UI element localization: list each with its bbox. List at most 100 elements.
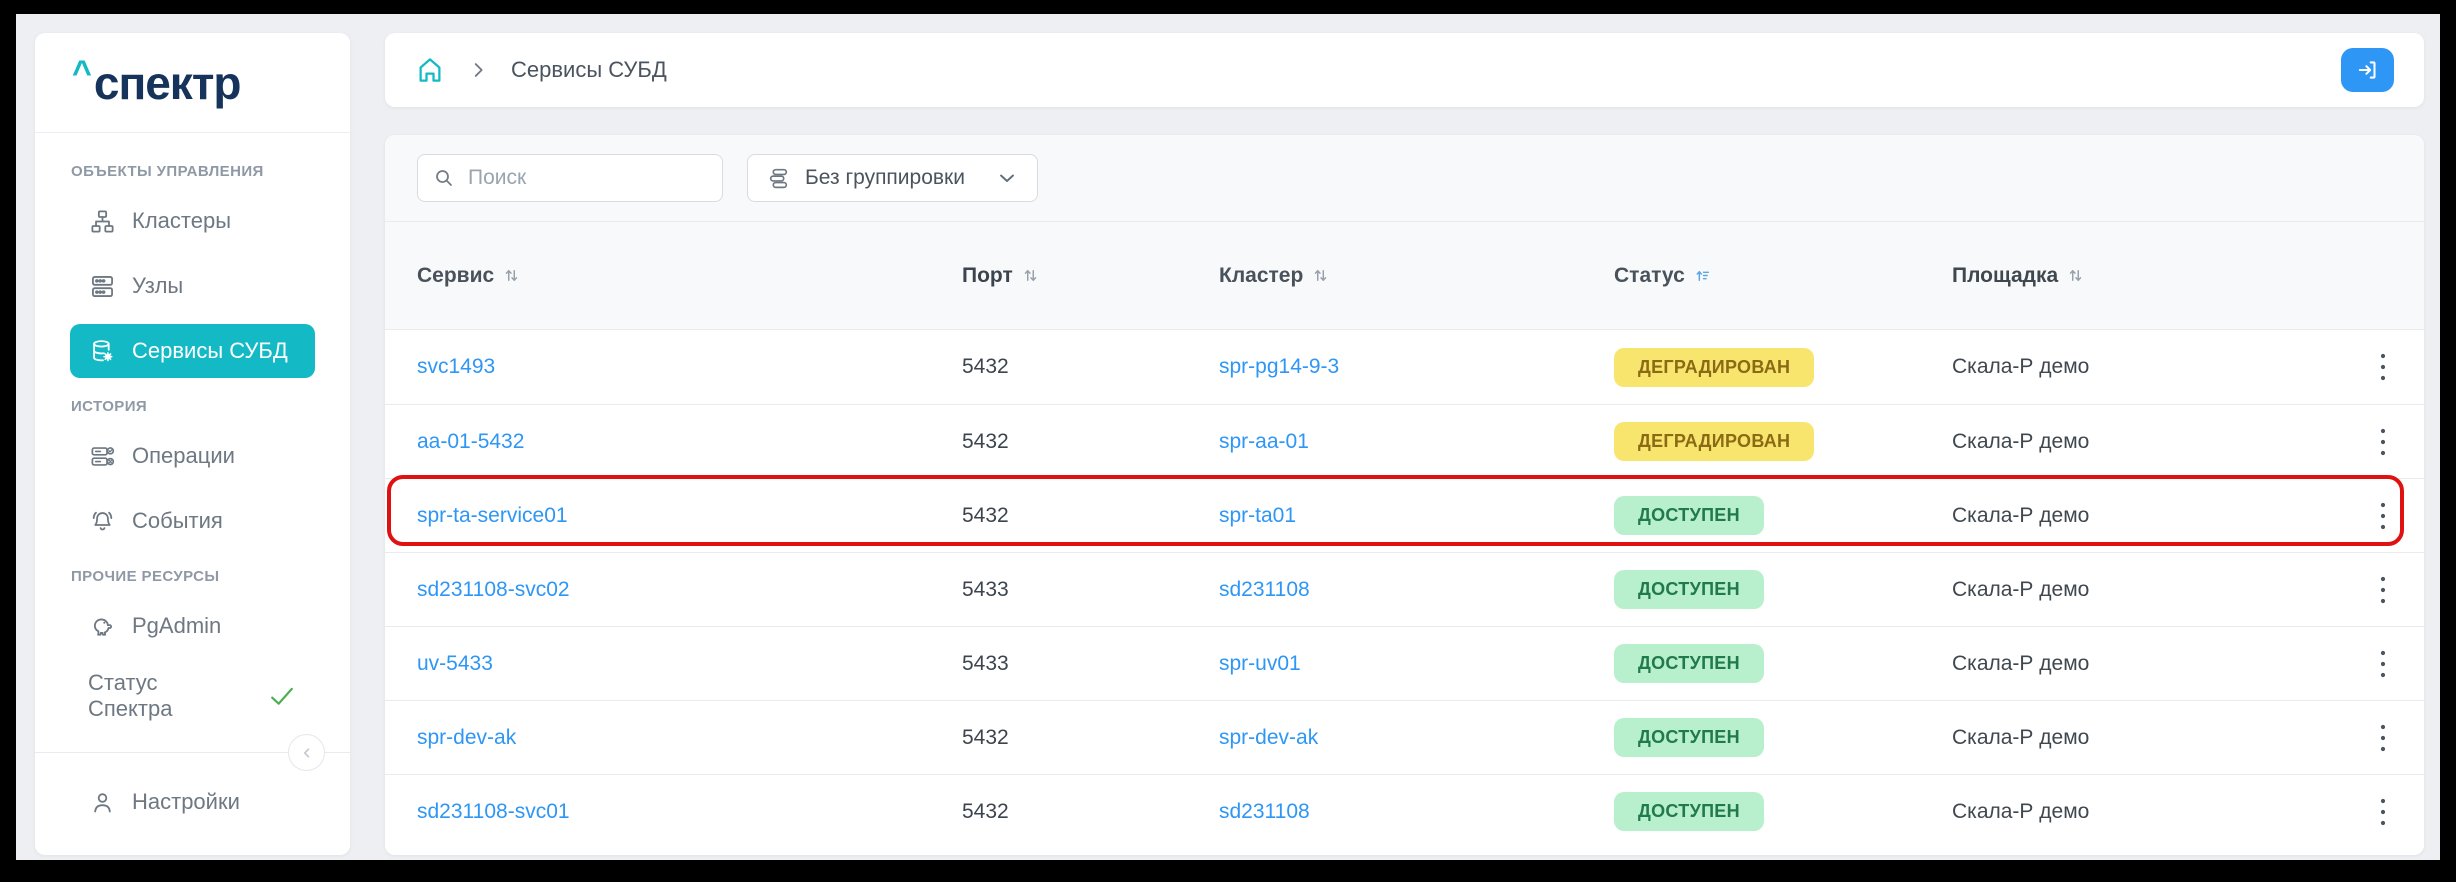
service-link[interactable]: sd231108-svc02 xyxy=(417,578,570,602)
port-value: 5432 xyxy=(962,355,1219,379)
sidebar-item-operations[interactable]: Операции xyxy=(70,429,315,483)
status-badge: ДОСТУПЕН xyxy=(1614,644,1764,683)
sort-arrows-icon xyxy=(503,267,520,284)
column-header-cluster[interactable]: Кластер xyxy=(1219,264,1614,288)
port-value: 5432 xyxy=(962,430,1219,454)
cluster-link[interactable]: spr-dev-ak xyxy=(1219,726,1318,750)
column-header-port[interactable]: Порт xyxy=(962,264,1219,288)
row-actions-kebab-button[interactable] xyxy=(2363,790,2403,834)
sidebar-item-label: Узлы xyxy=(132,273,183,299)
status-badge: ДОСТУПЕН xyxy=(1614,570,1764,609)
sort-arrows-icon xyxy=(1312,267,1329,284)
person-icon xyxy=(88,788,116,816)
site-value: Скала-Р демо xyxy=(1952,430,2342,454)
grouping-label: Без группировки xyxy=(805,166,965,190)
cluster-link[interactable]: spr-ta01 xyxy=(1219,504,1296,528)
status-badge: ДЕГРАДИРОВАН xyxy=(1614,422,1814,461)
column-header-site[interactable]: Площадка xyxy=(1952,264,2342,288)
status-badge: ДОСТУПЕН xyxy=(1614,496,1764,535)
table-row[interactable]: sd231108-svc01 5432 sd231108 ДОСТУПЕН Ск… xyxy=(385,774,2424,848)
table-row[interactable]: spr-dev-ak 5432 spr-dev-ak ДОСТУПЕН Скал… xyxy=(385,700,2424,774)
sidebar-item-clusters[interactable]: Кластеры xyxy=(70,194,315,248)
events-bell-icon xyxy=(88,507,116,535)
cluster-link[interactable]: spr-pg14-9-3 xyxy=(1219,355,1339,379)
nodes-icon xyxy=(88,272,116,300)
row-actions-kebab-button[interactable] xyxy=(2363,568,2403,612)
sidebar-collapse-button[interactable] xyxy=(288,734,325,771)
sidebar-item-events[interactable]: События xyxy=(70,494,315,548)
search-icon xyxy=(432,166,456,190)
sidebar-item-label: События xyxy=(132,508,223,534)
section-history: ИСТОРИЯ xyxy=(71,398,315,415)
port-value: 5433 xyxy=(962,578,1219,602)
services-table-card: Без группировки Сервис xyxy=(385,135,2424,855)
sidebar-item-label: Сервисы СУБД xyxy=(132,338,288,364)
login-button[interactable] xyxy=(2341,48,2394,92)
table-row[interactable]: spr-ta-service01 5432 spr-ta01 ДОСТУПЕН … xyxy=(385,478,2424,552)
sidebar-item-spektr-status[interactable]: Статус Спектра xyxy=(70,669,315,723)
port-value: 5432 xyxy=(962,800,1219,824)
row-actions-kebab-button[interactable] xyxy=(2363,716,2403,760)
cluster-link[interactable]: spr-uv01 xyxy=(1219,652,1301,676)
service-link[interactable]: sd231108-svc01 xyxy=(417,800,570,824)
sort-arrows-icon xyxy=(2067,267,2084,284)
row-actions-kebab-button[interactable] xyxy=(2363,345,2403,389)
sidebar-item-settings[interactable]: Настройки xyxy=(70,775,315,829)
table-row[interactable]: aa-01-5432 5432 spr-aa-01 ДЕГРАДИРОВАН С… xyxy=(385,404,2424,478)
port-value: 5432 xyxy=(962,504,1219,528)
column-header-status[interactable]: Статус xyxy=(1614,264,1952,288)
sidebar-item-label: PgAdmin xyxy=(132,613,221,639)
table-body: svc1493 5432 spr-pg14-9-3 ДЕГРАДИРОВАН С… xyxy=(385,330,2424,855)
table-toolbar: Без группировки xyxy=(385,135,2424,222)
row-actions-kebab-button[interactable] xyxy=(2363,420,2403,464)
site-value: Скала-Р демо xyxy=(1952,800,2342,824)
table-row[interactable]: svc1493 5432 spr-pg14-9-3 ДЕГРАДИРОВАН С… xyxy=(385,330,2424,404)
sidebar-item-pgadmin[interactable]: PgAdmin xyxy=(70,599,315,653)
sidebar-item-db-services[interactable]: Сервисы СУБД xyxy=(70,324,315,378)
search-box xyxy=(417,154,723,202)
service-link[interactable]: spr-ta-service01 xyxy=(417,504,568,528)
sidebar-nav: ОБЪЕКТЫ УПРАВЛЕНИЯ Кластеры xyxy=(35,133,350,734)
cluster-link[interactable]: sd231108 xyxy=(1219,800,1310,824)
site-value: Скала-Р демо xyxy=(1952,578,2342,602)
cluster-link[interactable]: spr-aa-01 xyxy=(1219,430,1309,454)
chevron-right-icon xyxy=(467,59,489,81)
sort-arrows-icon xyxy=(1022,267,1039,284)
clusters-icon xyxy=(88,207,116,235)
service-link[interactable]: aa-01-5432 xyxy=(417,430,524,454)
logo-caret-icon: ^ xyxy=(72,56,92,90)
logo-text: спектр xyxy=(94,60,241,106)
section-management-objects: ОБЪЕКТЫ УПРАВЛЕНИЯ xyxy=(71,163,315,180)
site-value: Скала-Р демо xyxy=(1952,652,2342,676)
service-link[interactable]: svc1493 xyxy=(417,355,495,379)
grouping-icon xyxy=(766,166,791,191)
home-icon[interactable] xyxy=(415,55,445,85)
page-title: Сервисы СУБД xyxy=(511,57,667,83)
site-value: Скала-Р демо xyxy=(1952,504,2342,528)
port-value: 5433 xyxy=(962,652,1219,676)
sidebar-item-label: Настройки xyxy=(132,789,240,815)
service-link[interactable]: uv-5433 xyxy=(417,652,493,676)
sidebar-item-label: Статус Спектра xyxy=(88,670,239,722)
status-badge: ДОСТУПЕН xyxy=(1614,792,1764,831)
site-value: Скала-Р демо xyxy=(1952,355,2342,379)
table-header: Сервис Порт xyxy=(385,222,2424,330)
chevron-down-icon xyxy=(995,166,1019,190)
search-input[interactable] xyxy=(466,165,708,191)
check-icon xyxy=(267,684,297,708)
row-actions-kebab-button[interactable] xyxy=(2363,494,2403,538)
sort-ascending-icon xyxy=(1694,267,1711,284)
cluster-link[interactable]: sd231108 xyxy=(1219,578,1310,602)
sidebar-item-label: Кластеры xyxy=(132,208,231,234)
column-header-service[interactable]: Сервис xyxy=(417,264,962,288)
table-row[interactable]: sd231108-svc02 5433 sd231108 ДОСТУПЕН Ск… xyxy=(385,552,2424,626)
sidebar-item-label: Операции xyxy=(132,443,235,469)
service-link[interactable]: spr-dev-ak xyxy=(417,726,516,750)
row-actions-kebab-button[interactable] xyxy=(2363,642,2403,686)
status-badge: ДЕГРАДИРОВАН xyxy=(1614,348,1814,387)
status-badge: ДОСТУПЕН xyxy=(1614,718,1764,757)
sidebar-item-nodes[interactable]: Узлы xyxy=(70,259,315,313)
app-logo: ^ спектр xyxy=(35,33,350,133)
grouping-dropdown[interactable]: Без группировки xyxy=(747,154,1038,202)
table-row[interactable]: uv-5433 5433 spr-uv01 ДОСТУПЕН Скала-Р д… xyxy=(385,626,2424,700)
